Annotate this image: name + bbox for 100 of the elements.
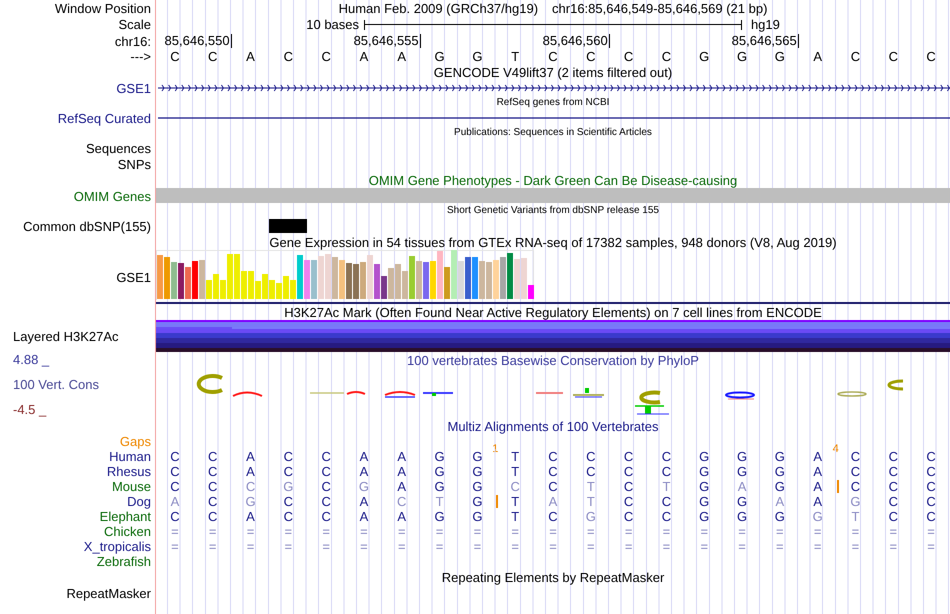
sequence-base: C bbox=[660, 49, 672, 64]
sequence-base: G bbox=[434, 49, 446, 64]
sequence-base: C bbox=[888, 49, 899, 64]
track-label[interactable]: X_tropicalis bbox=[84, 539, 151, 554]
alignment-base: = bbox=[434, 524, 444, 539]
alignment-base: C bbox=[925, 464, 937, 479]
alignment-base: G bbox=[434, 479, 446, 494]
alignment-base: A bbox=[736, 479, 748, 494]
track-label[interactable]: Zebrafish bbox=[96, 554, 151, 569]
scale-length: 10 bases bbox=[305, 17, 360, 32]
alignment-base: G bbox=[736, 509, 748, 524]
track-label[interactable]: SNPs bbox=[118, 156, 151, 172]
alignment-base: C bbox=[622, 479, 634, 494]
track-label[interactable]: GSE1 bbox=[116, 80, 151, 96]
assembly-name: Human Feb. 2009 (GRCh37/hg19) bbox=[338, 0, 538, 16]
alignment-base: C bbox=[925, 494, 937, 509]
track-label[interactable]: OMIM Genes bbox=[74, 188, 151, 204]
alignment-base: = bbox=[624, 524, 634, 539]
alignment-base: = bbox=[246, 524, 256, 539]
strand-label: ---> bbox=[130, 49, 151, 64]
alignment-base: C bbox=[396, 494, 408, 509]
alignment-base: = bbox=[850, 539, 860, 554]
row-label: Window Position bbox=[54, 0, 151, 16]
alignment-base: C bbox=[320, 479, 332, 494]
alignment-base: C bbox=[547, 464, 559, 479]
track-title: 100 vertebrates Basewise Conservation by PhyloP bbox=[407, 352, 699, 368]
alignment-base: C bbox=[282, 494, 294, 509]
alignment-base: C bbox=[282, 464, 294, 479]
track-label[interactable]: Layered H3K27Ac bbox=[13, 328, 119, 344]
alignment-base: = bbox=[888, 539, 898, 554]
alignment-base: = bbox=[359, 524, 369, 539]
tissue-expression-drawing[interactable] bbox=[156, 250, 534, 300]
alignment-base: C bbox=[207, 479, 218, 494]
alignment-base: C bbox=[622, 494, 634, 509]
alignment-base: G bbox=[434, 464, 446, 479]
alignment-base: G bbox=[434, 509, 446, 524]
alignment-base: T bbox=[661, 479, 672, 494]
alignment-base: C bbox=[622, 509, 634, 524]
track-label[interactable]: Human bbox=[109, 449, 151, 464]
track-label[interactable]: Chicken bbox=[104, 524, 151, 539]
track-title: OMIM Gene Phenotypes - Dark Green Can Be Disease-causing bbox=[368, 172, 738, 188]
alignment-base: C bbox=[282, 509, 294, 524]
track-label[interactable]: Rhesus bbox=[106, 464, 151, 479]
alignment-base: C bbox=[585, 464, 596, 479]
alignment-base: C bbox=[925, 509, 937, 524]
alignment-base: = bbox=[926, 524, 936, 539]
alignment-base: G bbox=[471, 494, 484, 509]
alignment-base: T bbox=[510, 464, 520, 479]
sequence-base: A bbox=[358, 49, 370, 64]
position-range: chr16:85,646,549-85,646,569 (21 bp) bbox=[552, 0, 768, 16]
track-label[interactable]: 100 Vert. Cons bbox=[13, 377, 99, 392]
alignment-base: C bbox=[320, 449, 332, 464]
alignment-base: C bbox=[622, 449, 634, 464]
sequence-base: C bbox=[207, 49, 218, 64]
alignment-base: A bbox=[548, 494, 558, 509]
alignment-base: = bbox=[208, 539, 218, 554]
alignment-base: G bbox=[698, 464, 710, 479]
alignment-base: T bbox=[496, 494, 534, 509]
alignment-base: A bbox=[358, 509, 370, 524]
alignment-base: T bbox=[586, 494, 596, 509]
alignment-base: = bbox=[396, 539, 407, 554]
track-label[interactable]: Mouse bbox=[112, 479, 151, 494]
sequence-base: C bbox=[585, 49, 596, 64]
track-description: RefSeq genes from NCBI bbox=[496, 97, 610, 109]
track-label[interactable]: Sequences bbox=[86, 140, 151, 156]
alignment-base: C bbox=[207, 509, 218, 524]
alignment-base: = bbox=[284, 524, 294, 539]
track-label[interactable]: RefSeq Curated bbox=[58, 110, 151, 126]
alignment-base: C bbox=[547, 509, 559, 524]
alignment-base: T bbox=[434, 494, 445, 509]
alignment-base: G bbox=[244, 494, 257, 509]
alignment-base: = bbox=[321, 524, 331, 539]
alignment-base: A bbox=[812, 479, 823, 494]
track-label[interactable]: GSE1 bbox=[116, 270, 151, 284]
axis-max-label: 4.88 _ bbox=[13, 352, 50, 367]
alignment-base: = bbox=[926, 539, 936, 554]
track-label[interactable]: Dog bbox=[127, 494, 151, 509]
coordinate-label: 85,646,550 bbox=[156, 34, 232, 48]
alignment-base: G bbox=[774, 479, 786, 494]
gene-strand-drawing[interactable] bbox=[156, 84, 950, 92]
alignment-base: G bbox=[471, 479, 484, 494]
alignment-base: G bbox=[774, 449, 786, 464]
sequence-base: A bbox=[245, 49, 256, 64]
track-label[interactable]: Elephant bbox=[100, 509, 151, 524]
alignment-base: C bbox=[622, 464, 634, 479]
alignment-base: C bbox=[509, 479, 521, 494]
alignment-base: = bbox=[586, 524, 596, 539]
alignment-base: T bbox=[510, 509, 520, 524]
alignment-base: = bbox=[548, 539, 558, 554]
alignment-base: = bbox=[775, 539, 785, 554]
alignment-base: A bbox=[170, 494, 180, 509]
sequence-base: G bbox=[698, 49, 710, 64]
alignment-base: = bbox=[888, 524, 898, 539]
alignment-base: = bbox=[510, 524, 520, 539]
track-label[interactable]: Common dbSNP(155) bbox=[23, 218, 151, 234]
alignment-base: G bbox=[736, 449, 748, 464]
alignment-base: = bbox=[812, 524, 822, 539]
alignment-base: G bbox=[434, 449, 446, 464]
track-label[interactable]: RepeatMasker bbox=[66, 586, 151, 600]
alignment-base: = bbox=[208, 524, 218, 539]
